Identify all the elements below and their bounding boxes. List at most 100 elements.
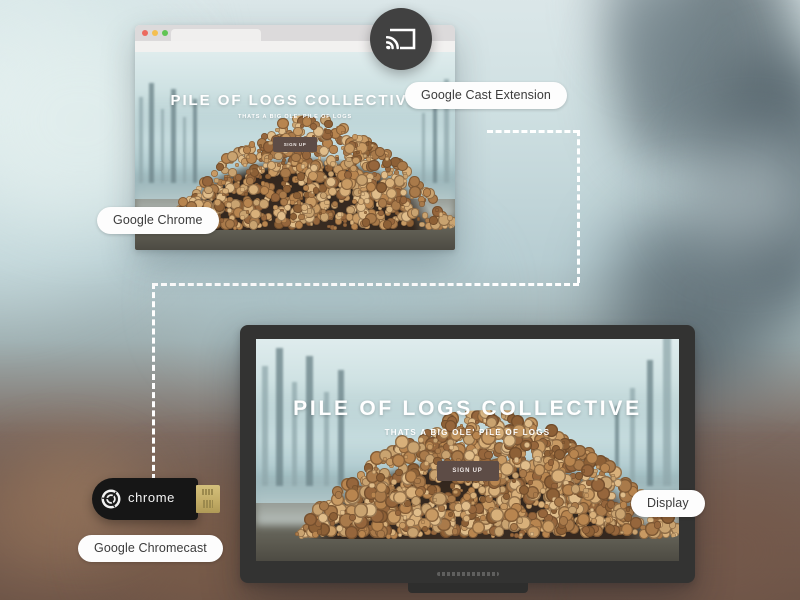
- log-end: [336, 212, 342, 217]
- log-end: [518, 468, 528, 478]
- log-end: [225, 202, 232, 208]
- log-end: [471, 520, 485, 535]
- chromecast-dongle[interactable]: chrome: [92, 478, 220, 520]
- website-hero-on-tv: PILE OF LOGS COLLECTIVE THATS A BIG OLE'…: [256, 339, 679, 561]
- log-end: [514, 457, 520, 463]
- log-end: [334, 137, 338, 142]
- log-end: [414, 477, 421, 485]
- log-end: [419, 221, 425, 227]
- cast-icon: [386, 28, 416, 50]
- log-end: [293, 192, 301, 200]
- hero-signup-button[interactable]: SIGN UP: [436, 461, 499, 481]
- log-end: [397, 160, 408, 172]
- log-end: [239, 187, 245, 193]
- log-end: [357, 529, 367, 539]
- log-end: [243, 163, 247, 167]
- hero-signup-button[interactable]: SIGN UP: [273, 137, 317, 152]
- log-end: [493, 525, 505, 537]
- log-end: [286, 164, 290, 168]
- tv-speaker-grille: [436, 572, 499, 576]
- television[interactable]: PILE OF LOGS COLLECTIVE THATS A BIG OLE'…: [240, 325, 695, 593]
- log-end: [349, 219, 355, 225]
- google-cast-extension-button[interactable]: [370, 8, 432, 70]
- log-end: [210, 170, 219, 178]
- log-end: [293, 126, 303, 137]
- log-end: [570, 484, 581, 494]
- log-end: [541, 519, 555, 533]
- log-end: [324, 119, 333, 129]
- log-end: [260, 181, 266, 186]
- log-end: [583, 487, 589, 494]
- log-end: [406, 518, 415, 528]
- log-end: [553, 496, 565, 507]
- log-end: [480, 514, 486, 521]
- log-end: [377, 530, 385, 538]
- log-end: [402, 179, 407, 184]
- log-end: [294, 221, 303, 230]
- log-end: [448, 224, 453, 230]
- label-display: Display: [631, 490, 705, 517]
- log-end: [406, 526, 419, 539]
- log-end: [327, 186, 337, 197]
- log-end: [499, 462, 514, 477]
- log-end: [374, 147, 385, 158]
- log-end: [654, 521, 662, 529]
- log-end: [429, 216, 438, 225]
- log-end: [342, 222, 347, 227]
- log-end: [319, 145, 330, 156]
- log-end: [346, 205, 355, 215]
- hero-subtitle: THATS A BIG OLE' PILE OF LOGS: [237, 114, 352, 120]
- minimize-button-icon[interactable]: [152, 30, 158, 36]
- label-google-chrome: Google Chrome: [97, 207, 219, 234]
- log-end: [418, 201, 425, 208]
- log-end: [279, 191, 287, 199]
- log-end: [377, 209, 384, 216]
- log-end: [326, 177, 336, 188]
- log-end: [561, 440, 565, 445]
- log-end: [581, 526, 590, 535]
- log-end: [516, 517, 523, 524]
- log-end: [245, 176, 254, 185]
- log-end: [345, 526, 358, 539]
- log-end: [574, 471, 583, 480]
- log-end: [263, 158, 269, 164]
- log-end: [463, 450, 475, 462]
- log-end: [334, 491, 343, 499]
- log-end: [250, 208, 261, 220]
- log-end: [537, 508, 548, 519]
- log-end: [227, 167, 237, 177]
- log-end: [590, 507, 595, 512]
- log-end: [308, 171, 319, 182]
- log-end: [350, 164, 358, 172]
- log-end: [259, 175, 263, 179]
- tv-screen: PILE OF LOGS COLLECTIVE THATS A BIG OLE'…: [256, 339, 679, 561]
- log-end: [329, 145, 338, 154]
- log-end: [484, 450, 493, 460]
- log-end: [421, 525, 428, 532]
- hero-tree: [262, 365, 268, 486]
- log-end: [321, 208, 327, 214]
- log-end: [318, 513, 328, 523]
- log-end: [553, 448, 565, 460]
- log-end: [260, 186, 270, 195]
- log-end: [600, 463, 610, 473]
- log-end: [461, 501, 471, 511]
- log-end: [343, 143, 355, 155]
- scene-stage: PILE OF LOGS COLLECTIVE THATS A BIG OLE'…: [0, 0, 800, 600]
- log-end: [416, 217, 421, 221]
- log-end: [336, 533, 340, 537]
- log-end: [397, 532, 403, 538]
- log-end: [351, 156, 360, 165]
- log-end: [248, 141, 256, 148]
- log-end: [202, 175, 213, 187]
- browser-tab[interactable]: [171, 29, 261, 41]
- log-end: [394, 169, 400, 175]
- maximize-button-icon[interactable]: [162, 30, 168, 36]
- log-end: [214, 178, 219, 183]
- log-end: [291, 152, 301, 163]
- log-end: [559, 516, 569, 526]
- log-end: [328, 511, 339, 522]
- log-end: [591, 477, 605, 492]
- close-button-icon[interactable]: [142, 30, 148, 36]
- log-end: [235, 162, 240, 167]
